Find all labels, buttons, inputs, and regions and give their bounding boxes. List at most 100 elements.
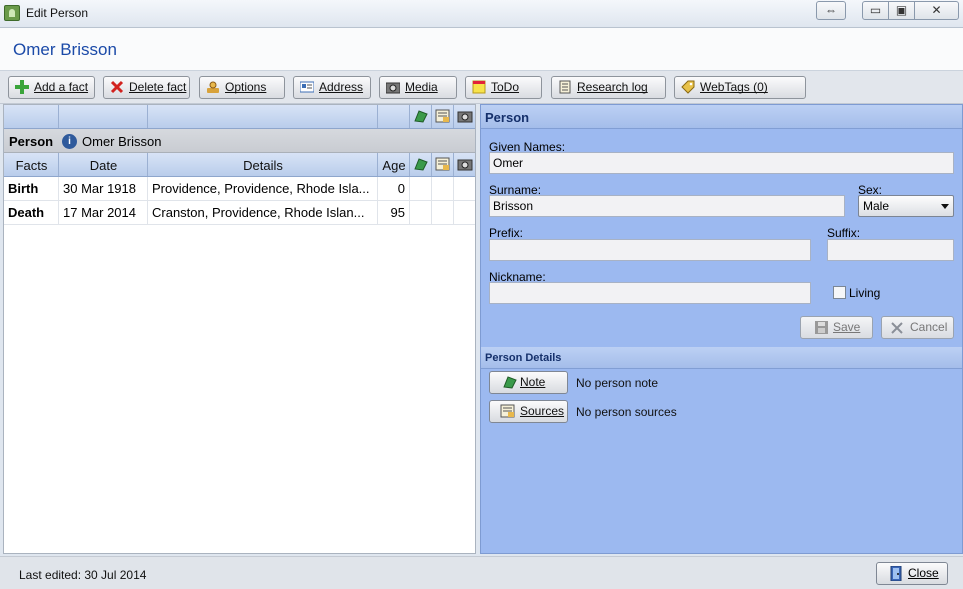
camera-icon bbox=[457, 159, 473, 171]
fact-sources-cell[interactable] bbox=[432, 201, 454, 225]
x-icon bbox=[110, 80, 124, 94]
column-header-sources[interactable] bbox=[432, 153, 454, 176]
note-button[interactable]: Note bbox=[489, 371, 568, 394]
save-button[interactable]: Save bbox=[800, 316, 873, 339]
suffix-field[interactable] bbox=[827, 239, 954, 261]
sources-icon bbox=[435, 109, 450, 123]
surname-field[interactable] bbox=[489, 195, 845, 217]
person-panel: Person Given Names: Surname: Sex: Male P… bbox=[480, 104, 963, 554]
facts-panel: Person i Omer Brisson Facts Date Details… bbox=[3, 104, 476, 554]
person-row[interactable]: Person i Omer Brisson bbox=[4, 129, 475, 153]
save-label: Save bbox=[833, 320, 861, 334]
research-log-label: Research log bbox=[577, 80, 648, 94]
maximize-button[interactable]: ▣ bbox=[888, 1, 915, 20]
window-title: Edit Person bbox=[26, 6, 89, 20]
fact-note-cell[interactable] bbox=[410, 201, 432, 225]
tag-icon bbox=[681, 80, 695, 94]
fact-details-cell: Providence, Providence, Rhode Isla... bbox=[148, 177, 378, 201]
swap-arrows-icon[interactable]: ⇔ bbox=[816, 1, 846, 20]
column-header-age[interactable]: Age bbox=[378, 153, 410, 176]
suffix-label: Suffix: bbox=[827, 226, 861, 240]
column-header-date-label: Date bbox=[89, 158, 118, 173]
column-header-facts-label: Facts bbox=[15, 158, 48, 173]
filter-cell-facts[interactable] bbox=[4, 105, 59, 128]
add-fact-label: Add a fact bbox=[34, 80, 89, 94]
cancel-x-icon bbox=[891, 322, 903, 334]
sources-button-label: Sources bbox=[520, 404, 565, 418]
column-header-date[interactable]: Date bbox=[59, 153, 148, 176]
filter-cell-sources[interactable] bbox=[432, 105, 454, 128]
sources-button[interactable]: Sources bbox=[489, 400, 568, 423]
prefix-field[interactable] bbox=[489, 239, 811, 261]
webtags-button[interactable]: WebTags (0) bbox=[674, 76, 806, 99]
chevron-down-icon bbox=[941, 204, 949, 209]
column-header-details[interactable]: Details bbox=[148, 153, 378, 176]
close-window-button[interactable]: ✕ bbox=[914, 1, 959, 20]
person-section-title: Person bbox=[481, 105, 962, 129]
filter-cell-date[interactable] bbox=[59, 105, 148, 128]
living-label: Living bbox=[849, 286, 881, 300]
door-icon bbox=[890, 566, 902, 581]
todo-label: ToDo bbox=[491, 80, 520, 94]
options-icon bbox=[207, 81, 219, 93]
column-header-details-label: Details bbox=[243, 158, 283, 173]
column-header-age-label: Age bbox=[382, 158, 406, 173]
notebook-icon bbox=[559, 80, 571, 94]
column-header-note[interactable] bbox=[410, 153, 432, 176]
filter-cell-media[interactable] bbox=[454, 105, 475, 128]
filter-cell-details[interactable] bbox=[148, 105, 378, 128]
info-icon[interactable]: i bbox=[62, 134, 77, 149]
fact-note-cell[interactable] bbox=[410, 177, 432, 201]
sex-select[interactable]: Male bbox=[858, 195, 954, 217]
person-row-label: Person bbox=[9, 134, 54, 149]
options-button[interactable]: Options bbox=[199, 76, 285, 99]
address-label: Address bbox=[319, 80, 364, 94]
person-header: Omer Brisson bbox=[0, 28, 963, 71]
fact-type-cell: Birth bbox=[4, 177, 59, 201]
address-card-icon bbox=[300, 81, 314, 93]
person-details-section-title: Person Details bbox=[481, 347, 962, 369]
sex-select-value: Male bbox=[863, 199, 890, 213]
person-note-status: No person note bbox=[576, 376, 659, 390]
last-edited-text: Last edited: 30 Jul 2014 bbox=[19, 568, 147, 582]
person-row-name: Omer Brisson bbox=[82, 134, 162, 149]
camera-icon bbox=[386, 82, 400, 94]
given-names-field[interactable] bbox=[489, 152, 954, 174]
cancel-button[interactable]: Cancel bbox=[881, 316, 954, 339]
media-label: Media bbox=[405, 80, 438, 94]
person-sources-status: No person sources bbox=[576, 405, 677, 419]
window-titlebar: Edit Person ⇔ ▭ ▣ ✕ bbox=[0, 0, 963, 28]
research-log-button[interactable]: Research log bbox=[551, 76, 666, 99]
delete-fact-button[interactable]: Delete fact bbox=[103, 76, 190, 99]
minimize-button[interactable]: ▭ bbox=[862, 1, 889, 20]
toolbar: Add a fact Delete fact Options Address M… bbox=[0, 71, 963, 104]
filter-cell-note[interactable] bbox=[410, 105, 432, 128]
fact-media-cell[interactable] bbox=[454, 201, 475, 225]
table-row[interactable]: Birth 30 Mar 1918 Providence, Providence… bbox=[4, 177, 475, 201]
status-bar: Last edited: 30 Jul 2014 Close bbox=[0, 556, 963, 589]
address-button[interactable]: Address bbox=[293, 76, 371, 99]
note-button-label: Note bbox=[520, 375, 546, 389]
table-row[interactable]: Death 17 Mar 2014 Cranston, Providence, … bbox=[4, 201, 475, 225]
fact-sources-cell[interactable] bbox=[432, 177, 454, 201]
todo-button[interactable]: ToDo bbox=[465, 76, 542, 99]
sources-icon bbox=[435, 157, 450, 171]
close-button[interactable]: Close bbox=[876, 562, 948, 585]
note-icon bbox=[414, 110, 428, 123]
fact-media-cell[interactable] bbox=[454, 177, 475, 201]
floppy-icon bbox=[815, 321, 828, 334]
fact-type-cell: Death bbox=[4, 201, 59, 225]
fact-age-cell: 95 bbox=[378, 201, 410, 225]
column-header-facts[interactable]: Facts bbox=[4, 153, 59, 176]
column-header-media[interactable] bbox=[454, 153, 475, 176]
sources-icon bbox=[500, 404, 515, 418]
webtags-label: WebTags (0) bbox=[700, 80, 768, 94]
filter-cell-age[interactable] bbox=[378, 105, 410, 128]
options-label: Options bbox=[225, 80, 267, 94]
add-fact-button[interactable]: Add a fact bbox=[8, 76, 95, 99]
media-button[interactable]: Media bbox=[379, 76, 457, 99]
prefix-label: Prefix: bbox=[489, 226, 524, 240]
nickname-field[interactable] bbox=[489, 282, 811, 304]
living-checkbox[interactable] bbox=[833, 286, 846, 299]
fact-age-cell: 0 bbox=[378, 177, 410, 201]
